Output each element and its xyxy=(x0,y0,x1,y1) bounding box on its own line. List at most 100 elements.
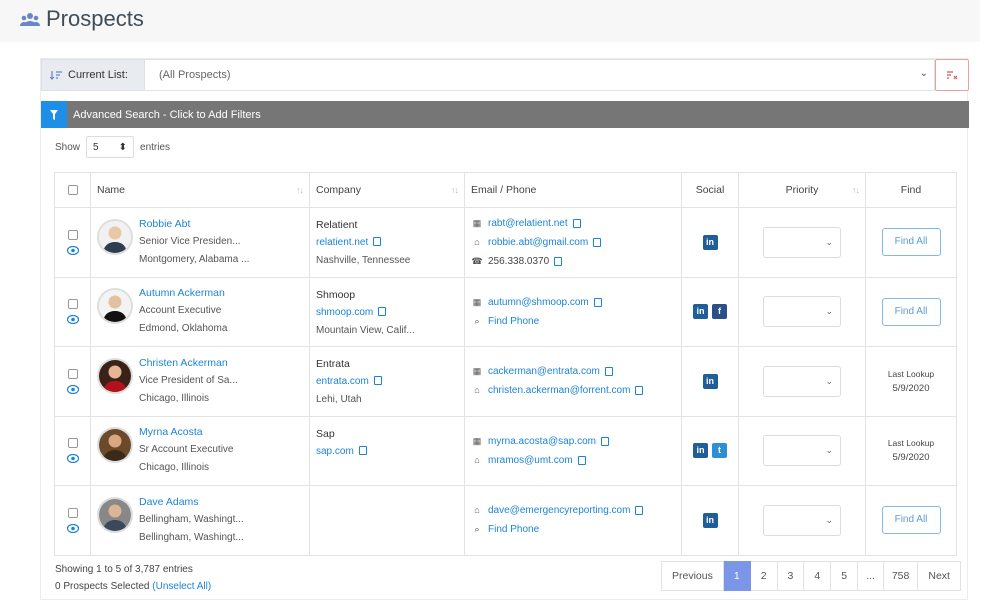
copy-icon[interactable] xyxy=(554,256,563,266)
company-domain-link[interactable]: relatient.net xyxy=(316,237,368,248)
contact-value[interactable]: christen.ackerman@forrent.com xyxy=(488,381,630,400)
advanced-search-bar[interactable]: Advanced Search - Click to Add Filters xyxy=(41,101,969,128)
unselect-all-link[interactable]: (Unselect All) xyxy=(152,581,211,592)
page-button[interactable]: 5 xyxy=(831,561,859,591)
prospects-card: Current List: (All Prospects) ⌄ Advanced… xyxy=(40,58,969,600)
chevron-down-icon: ⌄ xyxy=(825,306,833,317)
copy-icon[interactable] xyxy=(593,237,602,247)
prospect-name-link[interactable]: Autumn Ackerman xyxy=(139,285,227,302)
entries-select[interactable]: 5 ⬍ xyxy=(86,136,135,158)
page-button[interactable]: 1 xyxy=(723,561,751,591)
copy-icon[interactable] xyxy=(604,367,613,377)
contact-line: ⌕ Find Phone xyxy=(471,312,675,331)
row-checkbox[interactable] xyxy=(67,368,78,379)
contact-value[interactable]: cackerman@entrata.com xyxy=(488,362,600,381)
find-all-button[interactable]: Find All xyxy=(881,506,941,535)
contact-value[interactable]: myrna.acosta@sap.com xyxy=(488,432,596,451)
row-checkbox[interactable] xyxy=(67,438,78,449)
find-phone-link[interactable]: Find Phone xyxy=(488,312,539,331)
sort-icon: ↑↓ xyxy=(451,185,459,195)
copy-icon[interactable] xyxy=(373,237,382,246)
priority-select[interactable]: ⌄ xyxy=(763,435,841,467)
page-button[interactable]: 4 xyxy=(804,561,832,591)
priority-select[interactable]: ⌄ xyxy=(763,296,841,328)
copy-icon[interactable] xyxy=(358,445,367,455)
priority-select[interactable]: ⌄ xyxy=(763,226,841,258)
page-button[interactable]: 758 xyxy=(883,561,919,591)
column-header-social-label: Social xyxy=(695,184,725,196)
eye-icon[interactable] xyxy=(66,315,79,325)
building-icon: ▦ xyxy=(472,366,482,377)
company-domain-link[interactable]: entrata.com xyxy=(316,376,369,387)
pagination: Previous 1 2 3 4 5... 758 Next xyxy=(661,561,961,591)
company-domain-link[interactable]: sap.com xyxy=(316,446,354,457)
facebook-icon[interactable]: f xyxy=(712,304,727,320)
copy-icon[interactable] xyxy=(378,306,387,316)
find-all-button[interactable]: Find All xyxy=(881,228,941,257)
page-button[interactable]: 2 xyxy=(750,561,778,591)
clear-list-filter-button[interactable] xyxy=(935,59,969,91)
row-checkbox[interactable] xyxy=(67,507,78,518)
prospect-name-link[interactable]: Christen Ackerman xyxy=(139,355,238,372)
linkedin-icon[interactable]: in xyxy=(702,373,718,389)
linkedin-icon[interactable]: in xyxy=(702,512,718,528)
prospect-name-link[interactable]: Robbie Abt xyxy=(139,216,249,233)
copy-icon[interactable] xyxy=(593,297,602,307)
entries-suffix: entries xyxy=(140,141,171,153)
page-button[interactable]: 3 xyxy=(777,561,805,591)
eye-icon[interactable] xyxy=(66,245,79,255)
copy-icon[interactable] xyxy=(635,506,644,516)
priority-cell: ⌄ xyxy=(738,485,866,556)
contact-value[interactable]: robbie.abt@gmail.com xyxy=(488,233,588,252)
column-header-company[interactable]: Company ↑↓ xyxy=(309,172,465,208)
page-title-wrap: Prospects xyxy=(20,6,144,32)
contact-value[interactable]: 256.338.0370 xyxy=(488,252,549,271)
entries-value: 5 xyxy=(93,141,99,153)
previous-page-button[interactable]: Previous xyxy=(661,561,724,591)
copy-icon[interactable] xyxy=(577,455,586,465)
company-domain-link[interactable]: shmoop.com xyxy=(316,307,373,318)
contact-value[interactable]: dave@emergencyreporting.com xyxy=(488,501,630,520)
contact-line: ⌂ christen.ackerman@forrent.com xyxy=(471,381,675,400)
avatar xyxy=(97,218,133,255)
eye-icon[interactable] xyxy=(66,454,79,464)
twitter-icon[interactable]: t xyxy=(712,443,727,459)
current-list-row: Current List: (All Prospects) ⌄ xyxy=(41,59,969,91)
eye-icon[interactable] xyxy=(66,384,79,394)
last-lookup-label: Last Lookup xyxy=(887,368,935,379)
copy-icon[interactable] xyxy=(600,436,609,446)
current-list-select[interactable]: (All Prospects) ⌄ xyxy=(145,59,935,91)
find-all-button[interactable]: Find All xyxy=(881,297,941,326)
row-checkbox[interactable] xyxy=(67,229,78,240)
linkedin-icon[interactable]: in xyxy=(693,304,708,320)
copy-icon[interactable] xyxy=(635,386,644,396)
filter-icon xyxy=(41,101,67,128)
priority-select[interactable]: ⌄ xyxy=(763,365,841,397)
current-list-value: (All Prospects) xyxy=(159,69,231,81)
prospect-location: Bellingham, Washingt... xyxy=(139,531,244,543)
contact-value[interactable]: autumn@shmoop.com xyxy=(488,293,589,312)
column-header-name[interactable]: Name ↑↓ xyxy=(90,172,310,208)
table-footer-info: Showing 1 to 5 of 3,787 entries 0 Prospe… xyxy=(55,561,211,595)
column-header-priority[interactable]: Priority ↑↓ xyxy=(738,172,866,208)
prospect-name-link[interactable]: Dave Adams xyxy=(139,494,244,511)
eye-icon[interactable] xyxy=(66,523,79,533)
home-icon: ⌂ xyxy=(474,454,480,465)
copy-icon[interactable] xyxy=(572,218,581,228)
priority-select[interactable]: ⌄ xyxy=(763,504,841,536)
linkedin-icon[interactable]: in xyxy=(693,443,708,459)
contact-value[interactable]: mramos@umt.com xyxy=(488,451,573,470)
contact-value[interactable]: rabt@relatient.net xyxy=(488,214,568,233)
select-all-checkbox[interactable] xyxy=(67,185,78,195)
row-select-cell xyxy=(54,346,91,417)
prospect-name-link[interactable]: Myrna Acosta xyxy=(139,424,234,441)
linkedin-icon[interactable]: in xyxy=(702,234,718,250)
email-phone-cell: ⌂ dave@emergencyreporting.com ⌕ Find Phone xyxy=(464,485,682,556)
chevron-down-icon: ⌄ xyxy=(919,68,928,79)
prospect-info: Myrna Acosta Sr Account Executive Chicago,… xyxy=(97,424,303,477)
row-checkbox[interactable] xyxy=(67,299,78,310)
social-cell: in xyxy=(681,346,739,417)
find-phone-link[interactable]: Find Phone xyxy=(488,520,539,539)
copy-icon[interactable] xyxy=(373,376,382,385)
next-page-button[interactable]: Next xyxy=(918,561,961,591)
